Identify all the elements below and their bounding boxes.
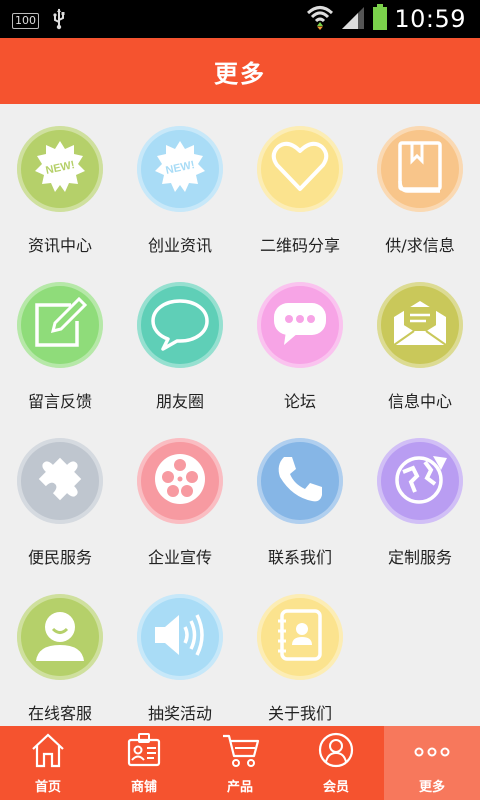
grid-item-label: 论坛 [283, 392, 316, 411]
nav-label: 更多 [418, 780, 445, 795]
grid-item-circle [377, 438, 463, 524]
usb-icon [51, 8, 67, 34]
chat-dots-icon [272, 297, 328, 353]
signal-icon [340, 5, 366, 33]
grid-item-online-support[interactable]: 在线客服 [0, 572, 120, 728]
grid-item-supply-demand[interactable]: 供/求信息 [360, 104, 480, 260]
battery-percent-indicator: 100 [12, 13, 39, 29]
header-bar: 更多 [0, 38, 480, 104]
book-icon [394, 139, 446, 199]
member-icon [318, 732, 354, 768]
nav-label: 首页 [34, 780, 61, 795]
grid-item-circle [377, 126, 463, 212]
grid-item-label: 在线客服 [27, 704, 92, 723]
grid-item-circle [17, 594, 103, 680]
grid-item-circle [257, 126, 343, 212]
status-bar: 100 10:59 [0, 0, 480, 38]
nav-label: 商铺 [130, 780, 157, 795]
grid-item-news-center[interactable]: NEW! 资讯中心 [0, 104, 120, 260]
grid-item-label: 关于我们 [267, 704, 332, 723]
grid-item-label: 信息中心 [387, 392, 452, 411]
grid-item-circle [377, 282, 463, 368]
puzzle-icon [31, 450, 89, 512]
grid-item-lucky-draw[interactable]: 抽奖活动 [120, 572, 240, 728]
grid-item-convenience-services[interactable]: 便民服务 [0, 416, 120, 572]
contacts-book-icon [274, 607, 326, 667]
grid-item-moments[interactable]: 朋友圈 [120, 260, 240, 416]
grid-item-custom-services[interactable]: 定制服务 [360, 416, 480, 572]
person-icon [32, 607, 88, 667]
phone-icon [274, 453, 326, 509]
battery-icon [372, 4, 388, 34]
grid-item-forum[interactable]: 论坛 [240, 260, 360, 416]
grid-item-label: 供/求信息 [385, 236, 455, 255]
grid-item-label: 定制服务 [387, 548, 452, 567]
nav-label: 会员 [322, 780, 349, 795]
grid-item-label: 创业资讯 [147, 236, 212, 255]
envelope-icon [390, 297, 450, 353]
nav-shops[interactable]: 商铺 [96, 726, 192, 800]
grid-item-label: 联系我们 [267, 548, 332, 567]
nav-label: 产品 [226, 780, 253, 795]
grid-item-label: 资讯中心 [27, 236, 92, 255]
grid-item-circle [257, 594, 343, 680]
grid-item-contact-us[interactable]: 联系我们 [240, 416, 360, 572]
nav-more[interactable]: 更多 [384, 726, 480, 800]
grid-item-label: 朋友圈 [155, 392, 204, 411]
grid-item-circle [137, 282, 223, 368]
speaker-icon [151, 607, 209, 667]
grid-item-startup-news[interactable]: NEW! 创业资讯 [120, 104, 240, 260]
globe-icon [391, 450, 449, 512]
grid-item-circle [17, 438, 103, 524]
wifi-icon [306, 4, 334, 34]
grid-item-label: 便民服务 [27, 548, 92, 567]
clock: 10:59 [394, 5, 466, 33]
grid-item-circle [137, 594, 223, 680]
grid-item-company-promo[interactable]: 企业宣传 [120, 416, 240, 572]
grid-item-circle [257, 282, 343, 368]
grid-item-label: 留言反馈 [27, 392, 92, 411]
nav-products[interactable]: 产品 [192, 726, 288, 800]
grid-item-qr-share[interactable]: 二维码分享 [240, 104, 360, 260]
cart-icon [222, 732, 260, 768]
nav-home[interactable]: 首页 [0, 726, 96, 800]
film-reel-icon [152, 451, 208, 511]
grid-item-label: 企业宣传 [147, 548, 212, 567]
grid-item-about-us[interactable]: 关于我们 [240, 572, 360, 728]
grid-item-info-center[interactable]: 信息中心 [360, 260, 480, 416]
status-left: 100 [12, 8, 67, 34]
shop-card-icon [126, 732, 162, 768]
home-icon [30, 732, 66, 768]
nav-members[interactable]: 会员 [288, 726, 384, 800]
grid-item-circle [137, 438, 223, 524]
new-badge-icon: NEW! [32, 139, 88, 199]
grid-item-circle: NEW! [17, 126, 103, 212]
status-right: 10:59 [306, 4, 466, 34]
more-dots-icon [414, 732, 450, 768]
grid-item-label: 二维码分享 [259, 236, 340, 255]
new-badge-icon: NEW! [152, 139, 208, 199]
grid-item-circle: NEW! [137, 126, 223, 212]
bottom-nav: 首页 商铺 产品 会员 更多 [0, 726, 480, 800]
heart-icon [270, 139, 330, 199]
grid-item-label: 抽奖活动 [147, 704, 212, 723]
chat-bubble-icon [149, 295, 211, 355]
grid-item-circle [257, 438, 343, 524]
grid-item-circle [17, 282, 103, 368]
page-title: 更多 [214, 59, 266, 88]
grid-item-feedback[interactable]: 留言反馈 [0, 260, 120, 416]
note-edit-icon [31, 295, 89, 355]
